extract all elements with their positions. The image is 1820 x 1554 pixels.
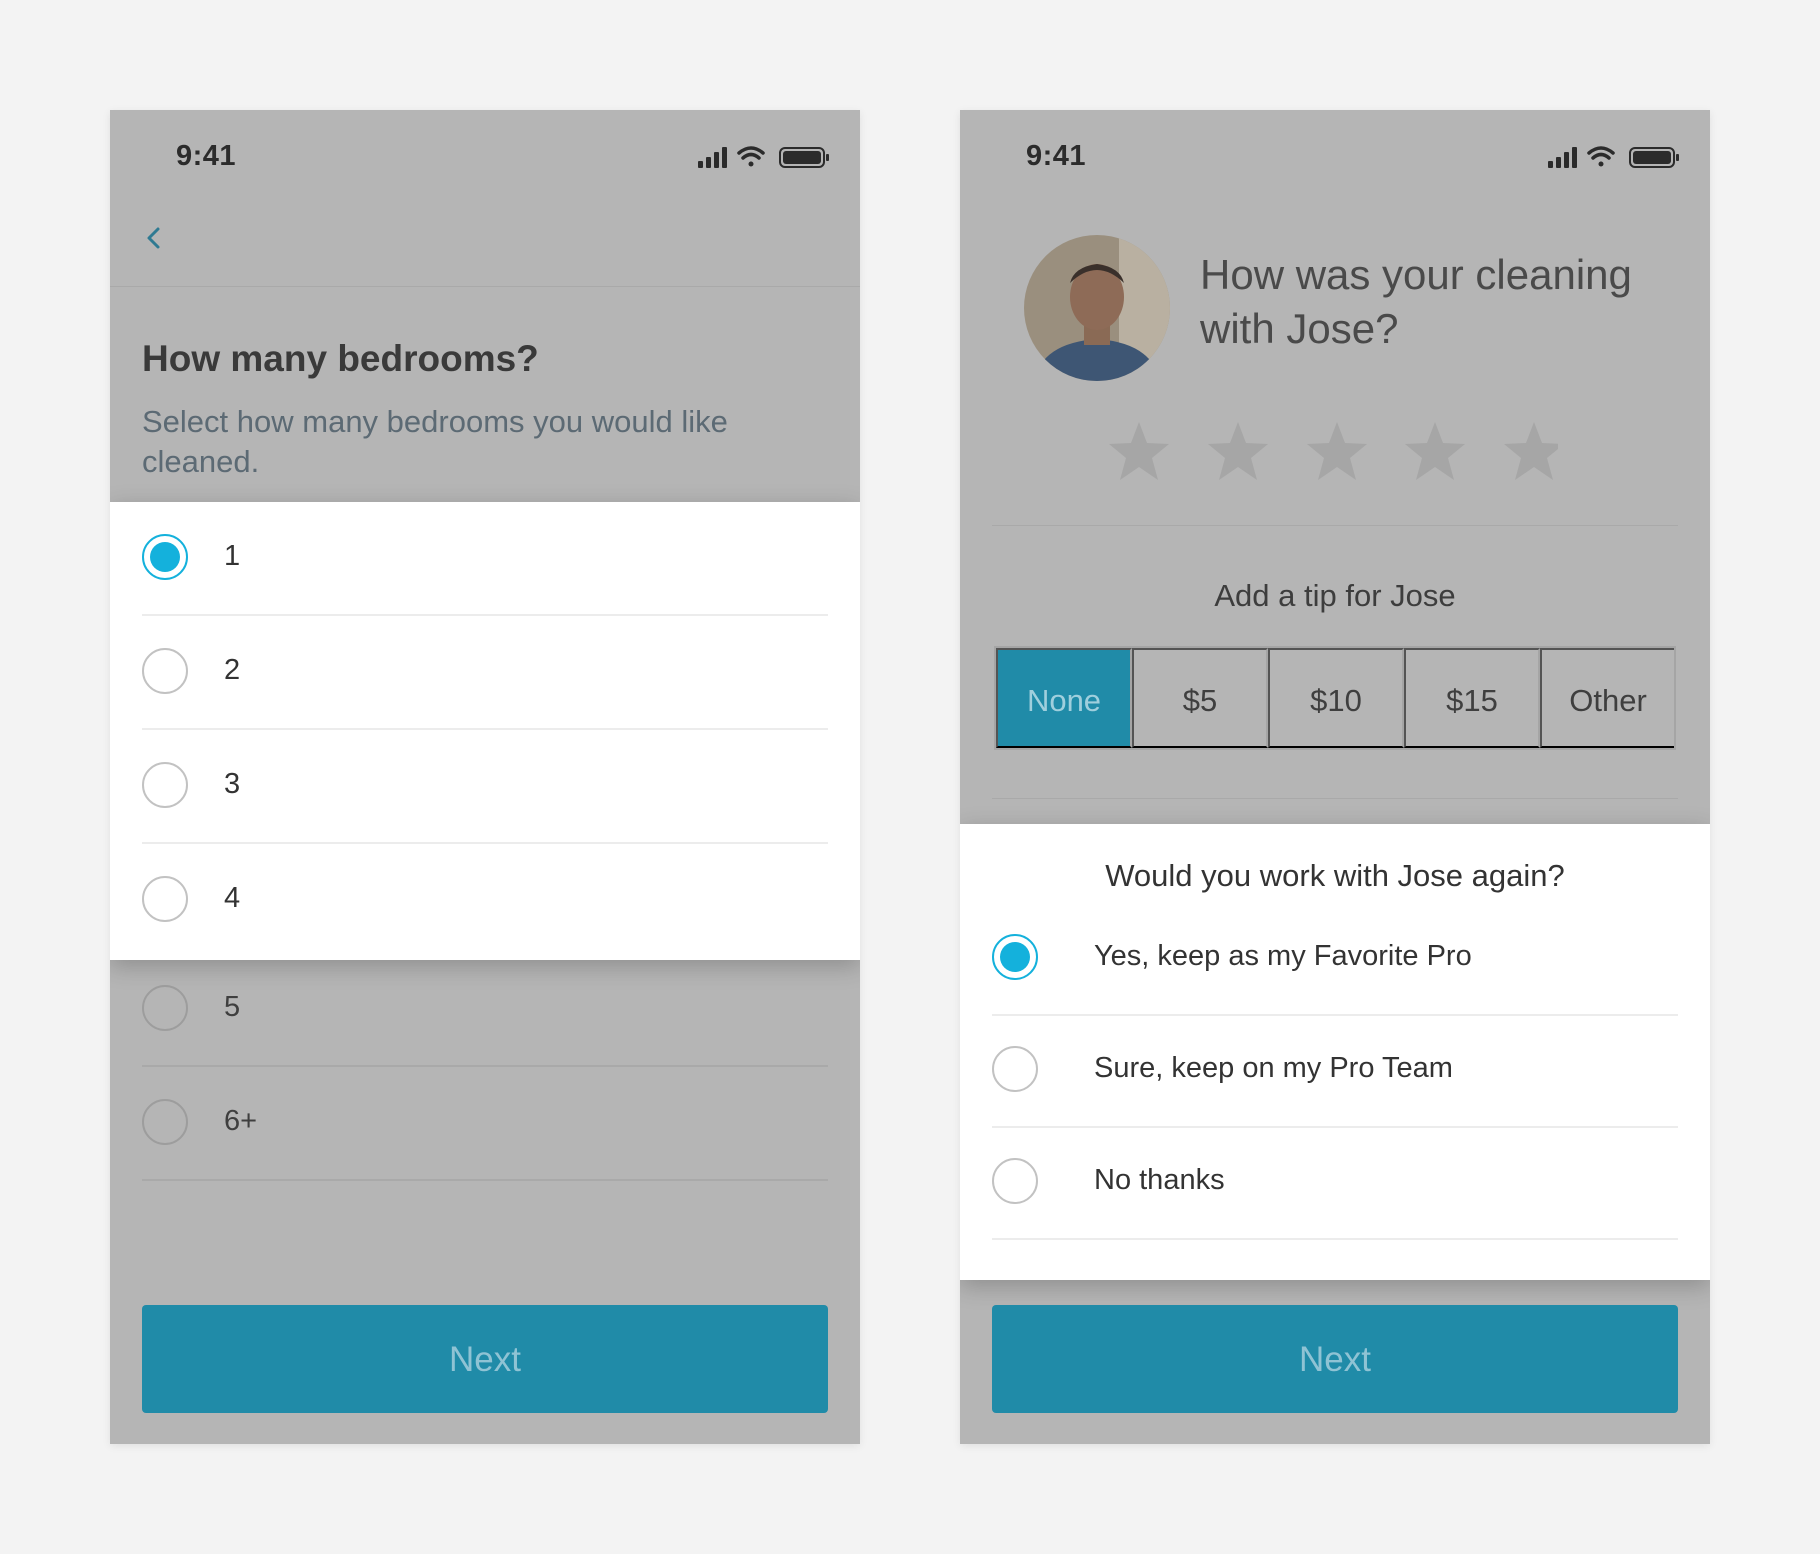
option-label: 3 <box>224 768 241 800</box>
bedroom-option-1[interactable]: 1 <box>142 502 828 616</box>
bedroom-options-sheet: 1 2 3 4 <box>110 502 860 960</box>
bedroom-option-5[interactable]: 5 <box>142 953 828 1067</box>
radio-button-icon[interactable] <box>992 934 1038 980</box>
tip-label: Add a tip for Jose <box>1214 578 1456 613</box>
option-label: Sure, keep on my Pro Team <box>1094 1052 1453 1084</box>
status-icons <box>698 146 829 168</box>
star-icon <box>1405 422 1465 480</box>
star-icon <box>1307 422 1367 480</box>
option-label: 1 <box>224 540 241 572</box>
bedroom-option-2[interactable]: 2 <box>142 616 828 730</box>
radio-button-icon[interactable] <box>992 1158 1038 1204</box>
page-subtitle: Select how many bedrooms you would like … <box>142 404 728 479</box>
tip-option-15[interactable]: $15 <box>1404 648 1540 748</box>
status-icons <box>1548 146 1679 168</box>
option-label: 5 <box>224 991 241 1023</box>
tip-divider <box>992 798 1678 799</box>
status-time: 9:41 <box>176 140 237 172</box>
next-button[interactable]: Next <box>142 1305 828 1413</box>
tip-segmented-control: None $5 $10 $15 Other <box>994 646 1676 750</box>
work-again-question: Would you work with Jose again? <box>1105 858 1565 893</box>
radio-button-icon[interactable] <box>992 1046 1038 1092</box>
radio-button-icon[interactable] <box>142 1099 188 1145</box>
header-divider <box>110 286 860 287</box>
battery-icon <box>779 147 829 168</box>
page-title: How many bedrooms? <box>142 338 539 379</box>
option-pro-team[interactable]: Sure, keep on my Pro Team <box>992 1014 1678 1128</box>
option-label: 2 <box>224 654 241 686</box>
bedrooms-screen: 9:41 How many bedrooms? Select how many … <box>110 110 860 1444</box>
tip-option-5[interactable]: $5 <box>1132 648 1268 748</box>
radio-button-icon[interactable] <box>142 985 188 1031</box>
wifi-icon <box>1587 146 1615 167</box>
option-label: Yes, keep as my Favorite Pro <box>1094 940 1472 972</box>
tip-option-10[interactable]: $10 <box>1268 648 1404 748</box>
bedroom-option-6plus[interactable]: 6+ <box>142 1067 828 1181</box>
radio-button-icon[interactable] <box>142 648 188 694</box>
bedroom-option-4[interactable]: 4 <box>142 844 828 958</box>
work-again-sheet: Would you work with Jose again? Yes, kee… <box>960 824 1710 1280</box>
battery-icon <box>1629 147 1679 168</box>
option-label: 6+ <box>224 1105 258 1137</box>
cellular-signal-icon <box>1548 147 1577 168</box>
rating-title: How was your cleaning with Jose? <box>1200 251 1632 352</box>
rating-screen: 9:41 How was your cleaning with Jose? Ad… <box>960 110 1710 1444</box>
option-label: 4 <box>224 882 241 914</box>
option-favorite-pro[interactable]: Yes, keep as my Favorite Pro <box>992 902 1678 1016</box>
row-divider <box>992 1238 1678 1240</box>
option-label: No thanks <box>1094 1164 1225 1196</box>
radio-button-icon[interactable] <box>142 762 188 808</box>
tip-option-none[interactable]: None <box>996 648 1132 748</box>
rating-divider <box>992 525 1678 526</box>
wifi-icon <box>737 146 765 167</box>
option-no-thanks[interactable]: No thanks <box>992 1126 1678 1240</box>
status-time: 9:41 <box>1026 140 1087 172</box>
star-rating[interactable] <box>1108 420 1558 490</box>
star-icon <box>1504 422 1558 480</box>
next-button[interactable]: Next <box>992 1305 1678 1413</box>
radio-button-icon[interactable] <box>142 534 188 580</box>
star-icon <box>1109 422 1169 480</box>
cellular-signal-icon <box>698 147 727 168</box>
tip-option-other[interactable]: Other <box>1540 648 1674 748</box>
back-chevron-icon[interactable] <box>140 224 168 252</box>
row-divider <box>142 1179 828 1181</box>
bedroom-option-3[interactable]: 3 <box>142 730 828 844</box>
star-icon <box>1208 422 1268 480</box>
avatar <box>1024 235 1170 381</box>
radio-button-icon[interactable] <box>142 876 188 922</box>
